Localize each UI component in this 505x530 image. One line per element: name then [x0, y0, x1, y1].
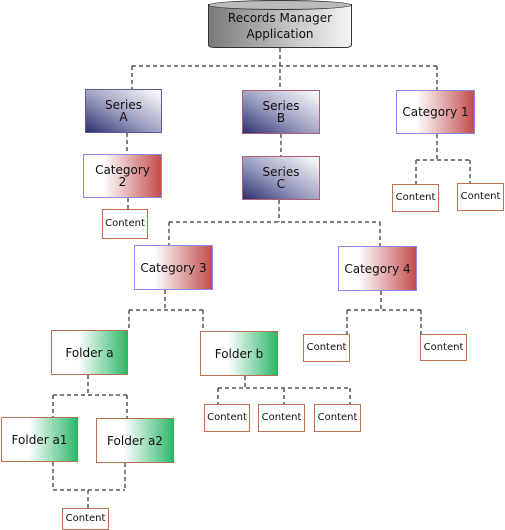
node-folder-b: Folder b — [200, 331, 278, 376]
root-label-line2: Application — [246, 27, 314, 41]
node-category-3: Category 3 — [134, 245, 213, 290]
content-node: Content — [204, 404, 250, 432]
node-label: 2 — [118, 175, 127, 189]
content-node: Content — [457, 183, 504, 211]
connector — [52, 462, 126, 508]
connector — [168, 200, 381, 246]
connector — [52, 375, 128, 418]
content-node: Content — [420, 334, 467, 361]
connector — [217, 376, 351, 404]
content-node: Content — [314, 404, 361, 432]
content-node: Content — [258, 404, 305, 432]
node-category-4: Category 4 — [338, 246, 417, 291]
content-node: Content — [102, 209, 148, 239]
content-node: Content — [392, 184, 439, 212]
content-node: Content — [62, 508, 109, 530]
node-series-c: Series C — [242, 156, 320, 200]
node-category-1: Category 1 — [396, 90, 475, 134]
content-node: Content — [303, 334, 350, 362]
root-records-manager-application: Records Manager Application — [208, 0, 352, 48]
node-category-2: Category 2 — [83, 154, 162, 198]
node-label: C — [276, 177, 286, 191]
node-folder-a2: Folder a2 — [96, 418, 174, 463]
node-series-b: Series B — [242, 90, 320, 134]
node-folder-a1: Folder a1 — [1, 417, 78, 462]
connector — [131, 48, 438, 90]
node-label: B — [276, 111, 286, 125]
connector — [128, 290, 204, 331]
node-folder-a: Folder a — [51, 330, 128, 375]
root-label-line1: Records Manager — [227, 11, 333, 25]
records-hierarchy-diagram: Records Manager Application Series A Ser… — [0, 0, 505, 530]
connector — [346, 291, 422, 334]
connector — [415, 134, 471, 184]
node-series-a: Series A — [85, 89, 162, 133]
node-label: A — [119, 110, 128, 124]
